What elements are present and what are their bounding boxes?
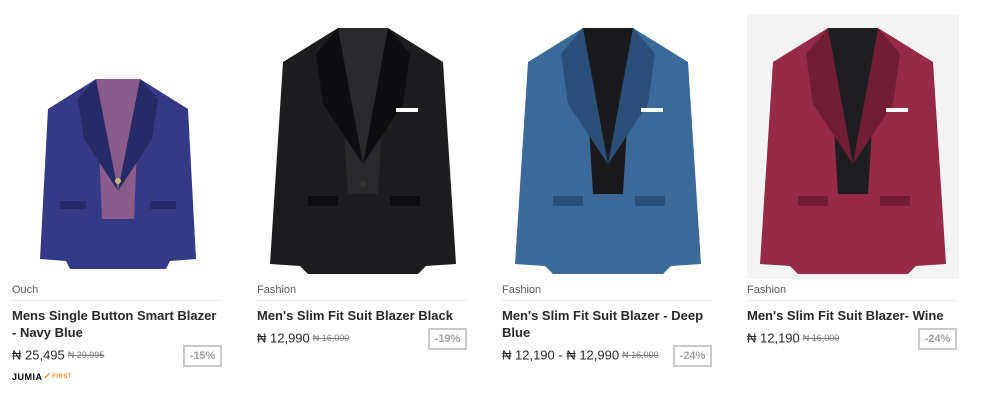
divider	[747, 300, 957, 301]
blazer-icon	[40, 79, 196, 269]
discount-badge: -15%	[183, 345, 222, 367]
price-row: ₦ 12,990 ₦ 16,000 -19%	[257, 328, 467, 351]
product-price: ₦ 12,990	[257, 330, 310, 346]
product-price: ₦ 12,190 - ₦ 12,990	[502, 347, 620, 363]
price-row: ₦ 12,190 - ₦ 12,990 ₦ 16,000 -24%	[502, 345, 712, 368]
product-name[interactable]: Mens Single Button Smart Blazer - Navy B…	[12, 307, 222, 341]
product-image[interactable]	[12, 14, 224, 279]
blazer-icon	[270, 28, 456, 274]
product-name[interactable]: Men's Slim Fit Suit Blazer- Wine	[747, 307, 957, 324]
blazer-icon	[760, 28, 946, 274]
divider	[257, 300, 467, 301]
price-row: ₦ 12,190 ₦ 16,000 -24%	[747, 328, 957, 351]
checkmark-icon: ✓	[43, 371, 52, 381]
discount-badge: -24%	[918, 328, 957, 350]
blazer-icon	[515, 28, 701, 274]
discount-badge: -19%	[428, 328, 467, 350]
product-grid: Ouch Mens Single Button Smart Blazer - N…	[0, 0, 999, 401]
product-old-price: ₦ 16,000	[312, 332, 350, 343]
product-price: ₦ 12,190	[747, 330, 800, 346]
product-card[interactable]: Fashion Men's Slim Fit Suit Blazer- Wine…	[747, 0, 959, 401]
product-old-price: ₦ 16,000	[802, 332, 840, 343]
product-image[interactable]	[502, 14, 714, 279]
product-card[interactable]: Fashion Men's Slim Fit Suit Blazer Black…	[257, 0, 469, 401]
discount-badge: -24%	[673, 345, 712, 367]
price-row: ₦ 25,495 ₦ 29,995 -15%	[12, 345, 222, 368]
product-price: ₦ 25,495	[12, 347, 65, 363]
product-old-price: ₦ 16,000	[622, 349, 659, 360]
product-brand: Fashion	[747, 284, 787, 296]
product-brand: Fashion	[257, 284, 297, 296]
badge-main-text: JUMIA	[12, 371, 43, 382]
product-brand: Fashion	[502, 284, 542, 296]
product-brand: Ouch	[12, 284, 39, 296]
product-name[interactable]: Men's Slim Fit Suit Blazer - Deep Blue	[502, 307, 712, 341]
divider	[502, 300, 712, 301]
jumia-first-badge: JUMIA ✓ FIRST	[12, 371, 72, 382]
product-card[interactable]: Ouch Mens Single Button Smart Blazer - N…	[12, 0, 224, 401]
product-card[interactable]: Fashion Men's Slim Fit Suit Blazer - Dee…	[502, 0, 714, 401]
product-old-price: ₦ 29,995	[67, 349, 105, 360]
product-image[interactable]	[747, 14, 959, 279]
product-image[interactable]	[257, 14, 469, 279]
badge-sub-text: FIRST	[52, 373, 72, 380]
product-name[interactable]: Men's Slim Fit Suit Blazer Black	[257, 307, 467, 324]
divider	[12, 300, 222, 301]
